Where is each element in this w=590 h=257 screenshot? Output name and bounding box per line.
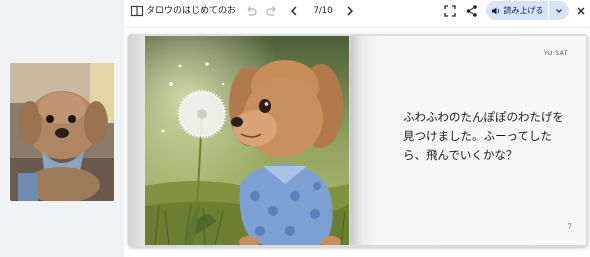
share-button[interactable] <box>464 3 480 19</box>
page-number: 7 <box>567 223 572 231</box>
next-icon <box>347 6 353 16</box>
dog-photo-image <box>10 63 114 201</box>
reader-toolbar: タロウのはじめてのお... 7/10 読み上げる <box>124 0 590 22</box>
book-spread: YU SAT ふわふわのたんぽぽのわたげを見つけました。ふーってしたら、飛んでい… <box>128 34 588 247</box>
text-page: YU SAT ふわふわのたんぽぽのわたげを見つけました。ふーってしたら、飛んでい… <box>350 36 586 245</box>
author-name: YU SAT <box>543 50 568 57</box>
source-photo-thumbnail[interactable] <box>10 63 114 201</box>
storybook-reader: タロウのはじめてのお... 7/10 読み上げる YU SAT ふわふわのたんぽ… <box>124 0 590 257</box>
speaker-icon <box>491 7 499 14</box>
close-button[interactable] <box>573 3 589 19</box>
close-icon <box>577 7 585 15</box>
book-icon[interactable] <box>130 3 144 19</box>
read-aloud-label: 読み上げる <box>503 6 544 15</box>
page-indicator: 7/10 <box>313 6 333 16</box>
puppy-dandelion-illustration <box>145 36 349 245</box>
fullscreen-icon <box>444 5 456 17</box>
read-aloud-button[interactable]: 読み上げる <box>486 1 548 20</box>
undo-icon[interactable] <box>243 3 259 19</box>
side-panel <box>0 0 124 257</box>
toolbar-divider <box>124 27 590 28</box>
book-title: タロウのはじめてのお... <box>146 6 236 16</box>
prev-page-button[interactable] <box>286 3 302 19</box>
book-edge <box>128 34 145 247</box>
chevron-down-icon <box>556 8 562 13</box>
story-text: ふわふわのたんぽぽのわたげを見つけました。ふーってしたら、飛んでいくかな？ <box>403 110 564 162</box>
fullscreen-button[interactable] <box>442 3 458 19</box>
redo-icon[interactable] <box>264 3 280 19</box>
illustration-page <box>145 36 349 245</box>
next-page-button[interactable] <box>342 3 358 19</box>
prev-icon <box>291 6 297 16</box>
read-aloud-options-button[interactable] <box>549 1 569 20</box>
share-icon <box>466 5 477 17</box>
